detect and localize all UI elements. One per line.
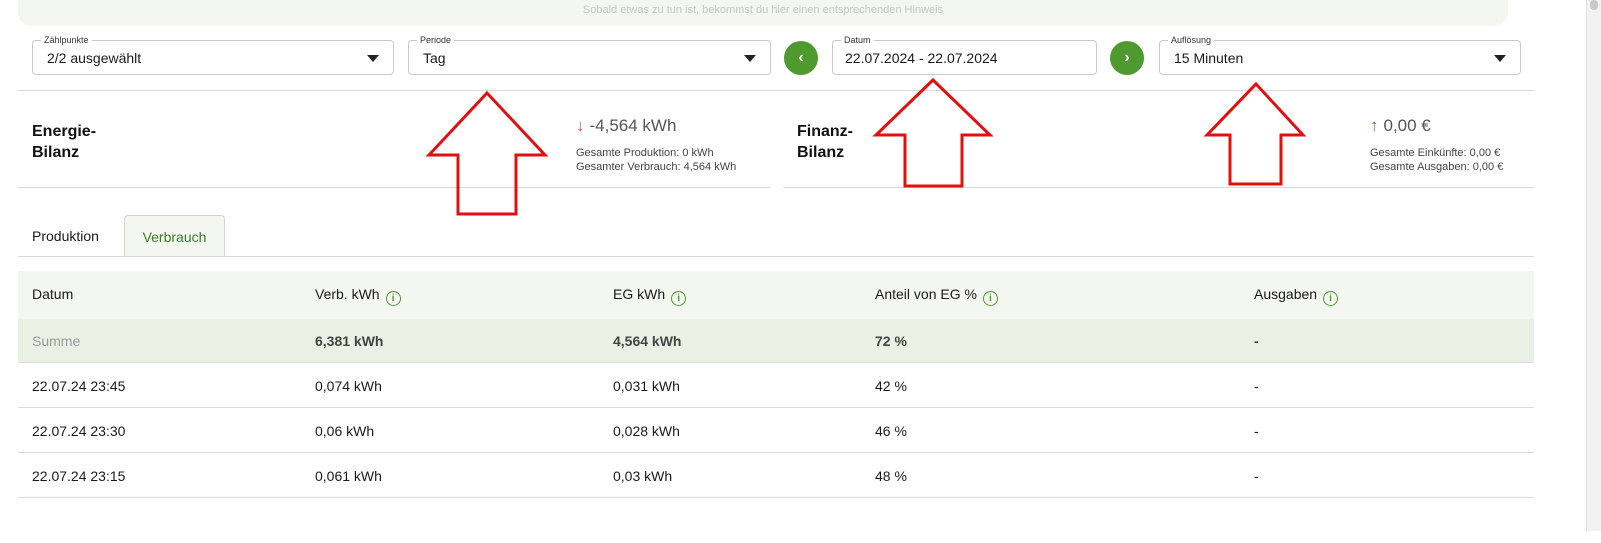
annotation-arrow <box>1203 81 1307 186</box>
annotation-arrow <box>872 77 994 188</box>
annotation-arrow <box>425 90 549 216</box>
annotation-overlay <box>425 77 1307 216</box>
